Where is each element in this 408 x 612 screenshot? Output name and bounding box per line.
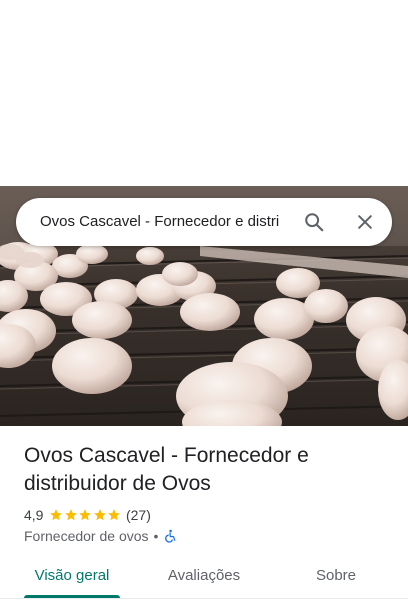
star-icon	[65, 509, 77, 521]
search-button[interactable]	[298, 206, 330, 238]
tabs-divider	[0, 598, 408, 599]
separator-dot: •	[153, 528, 159, 544]
close-button[interactable]	[349, 206, 381, 238]
star-icon	[50, 509, 63, 521]
search-input[interactable]: Ovos Cascavel - Fornecedor e distri	[40, 198, 288, 246]
tab-label: Sobre	[315, 567, 357, 584]
place-category: Fornecedor de ovos	[24, 528, 149, 544]
star-icon	[79, 509, 92, 521]
rating-row[interactable]: 4,9 (27)	[24, 506, 151, 524]
place-title: Ovos Cascavel - Fornecedor e distribuido…	[24, 444, 309, 495]
place-tabs: Visão geral Avaliações Sobre	[0, 566, 408, 598]
tab-visao-geral[interactable]: Visão geral	[24, 566, 120, 598]
star-icon	[108, 509, 121, 521]
review-count: (27)	[125, 507, 151, 523]
blank-map-area	[0, 0, 408, 186]
star-icon	[94, 509, 106, 521]
tab-label: Avaliações	[167, 567, 241, 584]
tab-avaliacoes[interactable]: Avaliações	[156, 566, 252, 598]
category-row: Fornecedor de ovos •	[24, 527, 177, 545]
tab-sobre[interactable]: Sobre	[300, 566, 372, 598]
tab-label: Visão geral	[34, 567, 110, 584]
rating-value: 4,9	[24, 507, 44, 523]
wheelchair-icon[interactable]	[163, 529, 177, 543]
search-bar[interactable]: Ovos Cascavel - Fornecedor e distri	[16, 198, 392, 246]
rating-stars	[49, 508, 122, 522]
search-icon	[305, 213, 324, 232]
place-info-panel: Ovos Cascavel - Fornecedor e distribuido…	[0, 426, 408, 612]
close-icon	[358, 215, 372, 229]
